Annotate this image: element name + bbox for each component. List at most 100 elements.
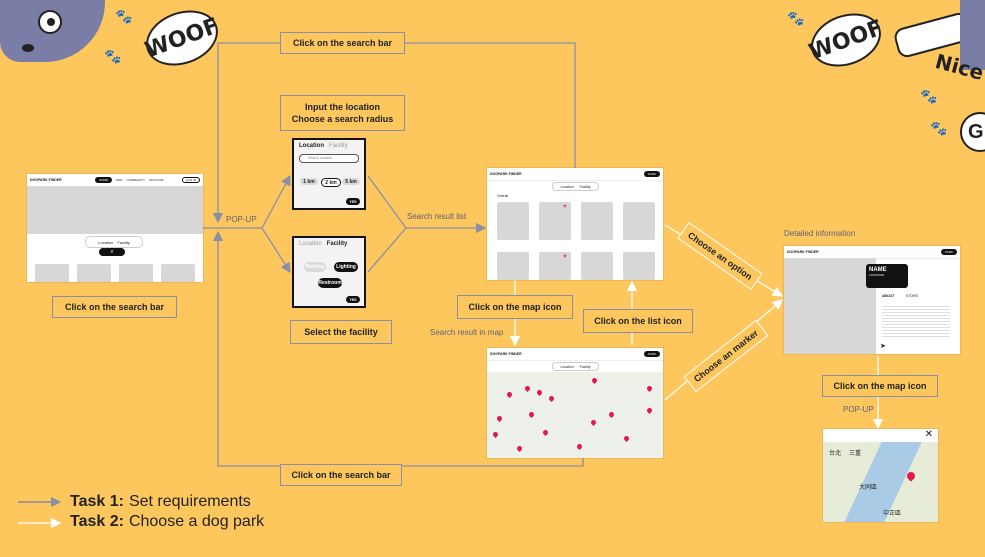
map-search-bar[interactable]: Location Facility (552, 362, 599, 371)
map-marker[interactable] (547, 394, 556, 403)
park-card[interactable] (581, 252, 613, 280)
detail-text-block (882, 304, 950, 338)
detail-tab-about[interactable]: ABOUT (882, 294, 894, 298)
step-click-search-top: Click on the search bar (280, 32, 405, 54)
paw-icon: 🐾 (787, 10, 805, 26)
search-facility-label: Facility (579, 184, 591, 189)
nav-map-tab[interactable]: MAP (116, 178, 123, 182)
google-map[interactable]: 台北 三重 大同區 中正區 (823, 442, 938, 522)
legend-task-1: Task 1: Set requirements (70, 493, 251, 511)
park-card[interactable] (161, 264, 195, 282)
map-marker[interactable] (515, 444, 524, 453)
step-click-search-left: Click on the search bar (52, 296, 177, 318)
facility-chip-restroom[interactable]: Restroom (318, 278, 342, 288)
map-marker[interactable] (491, 430, 500, 439)
map-marker[interactable] (645, 384, 654, 393)
park-card[interactable]: ♥ (539, 202, 571, 240)
label-search-result-list: Search result list (407, 212, 467, 221)
nav-park-tab[interactable]: PARK (644, 351, 660, 357)
popup-confirm-button[interactable]: YES (346, 198, 360, 205)
radius-chip-2km[interactable]: 2 km (321, 178, 341, 187)
detail-name-card: NAME LOCATION (866, 264, 908, 288)
map-marker[interactable] (589, 418, 598, 427)
heart-icon[interactable]: ♥ (563, 254, 569, 260)
popup-confirm-button[interactable]: YES (346, 296, 360, 303)
map-marker[interactable] (527, 410, 536, 419)
search-location-label: Location (98, 239, 114, 245)
nav-park-tab[interactable]: PARK (941, 249, 957, 255)
park-card[interactable] (35, 264, 69, 282)
map-marker[interactable] (541, 428, 550, 437)
park-card[interactable] (623, 252, 655, 280)
map-marker[interactable] (535, 388, 544, 397)
radius-chip-1km[interactable]: 1 km (300, 178, 318, 185)
facility-chip-lighting[interactable]: Lighting (334, 262, 358, 272)
park-card[interactable] (497, 202, 529, 240)
dog-nose-icon (22, 44, 34, 52)
detail-tab-store[interactable]: STORE (906, 294, 918, 298)
map-marker[interactable] (523, 384, 532, 393)
map-marker[interactable] (575, 442, 584, 451)
brand-logo: DOGPARK FINDER (787, 250, 819, 254)
login-button[interactable]: LOG IN (181, 177, 200, 183)
nav-account-tab[interactable]: ACCOUNT (149, 178, 164, 182)
facility-chip-parking[interactable]: Parking (304, 262, 326, 272)
park-card[interactable] (623, 202, 655, 240)
paw-icon: 🐾 (115, 8, 133, 24)
map-marker[interactable] (505, 390, 514, 399)
park-location: LOCATION (869, 273, 885, 277)
tab-location[interactable]: Location (299, 143, 324, 149)
legend-task-1-desc: Set requirements (128, 493, 251, 510)
map-marker[interactable] (495, 414, 504, 423)
step-click-map-icon-right: Click on the map icon (822, 375, 938, 397)
home-hero-carousel[interactable] (27, 186, 203, 234)
label-detailed-info: Detailed information (784, 229, 856, 238)
map-marker[interactable] (590, 376, 599, 385)
park-card[interactable] (77, 264, 111, 282)
dog-eye-icon (38, 10, 62, 34)
popup-location: Location Facility Search location 1 km 2… (292, 138, 366, 210)
brand-logo: DOGPARK FINDER (490, 172, 522, 176)
nav-home-tab[interactable]: HOME (94, 177, 112, 183)
navigate-icon[interactable]: ➤ (880, 342, 886, 350)
nav-park-tab[interactable]: PARK (644, 171, 660, 177)
map-marker[interactable] (607, 410, 616, 419)
tab-location[interactable]: Location (299, 241, 322, 247)
map-marker[interactable] (645, 406, 654, 415)
search-location-label: Location (560, 364, 574, 369)
map-label-zhongzheng: 中正區 (883, 511, 902, 517)
tab-facility[interactable]: Facility (329, 143, 348, 149)
park-card[interactable] (581, 202, 613, 240)
step-click-map-icon: Click on the map icon (457, 295, 573, 319)
map-nav: DOGPARK FINDER PARK (487, 348, 663, 361)
location-search-input[interactable]: Search location (299, 154, 359, 163)
heart-icon[interactable]: ♥ (563, 204, 569, 210)
label-popup-left: POP-UP (226, 215, 257, 224)
results-map[interactable] (487, 372, 663, 458)
search-button[interactable]: ⌕ (99, 248, 125, 256)
detail-photo (784, 258, 876, 354)
step-click-search-bottom: Click on the search bar (280, 464, 402, 486)
step-input-location-line1: Input the location (305, 101, 380, 112)
sort-label[interactable]: Overall (497, 194, 508, 198)
nav-community-tab[interactable]: COMMUNITY (126, 178, 145, 182)
park-card[interactable] (497, 252, 529, 280)
detail-screen: DOGPARK FINDER PARK NAME LOCATION ABOUT … (784, 246, 960, 354)
park-card[interactable] (119, 264, 153, 282)
paw-icon: 🐾 (920, 88, 938, 104)
close-icon[interactable]: ✕ (925, 429, 933, 440)
legend-task-2: Task 2: Choose a dog park (70, 513, 264, 531)
legend-task-1-label: Task 1: (70, 493, 124, 510)
label-search-result-map: Search result in map (430, 328, 504, 337)
home-search-bar[interactable]: Location Facility (85, 236, 143, 248)
tab-facility[interactable]: Facility (327, 241, 348, 247)
radius-chip-5km[interactable]: 5 km (342, 178, 360, 185)
map-label-sanchong: 三重 (849, 451, 862, 457)
park-card[interactable]: ♥ (539, 252, 571, 280)
popup-facility: Location Facility Parking Lighting Restr… (292, 236, 366, 308)
map-marker[interactable] (622, 434, 631, 443)
list-search-bar[interactable]: Location Facility (552, 182, 599, 191)
step-click-list-icon: Click on the list icon (583, 309, 693, 333)
search-icon: ⌕ (110, 248, 114, 255)
map-label-taipei: 台北 (829, 451, 842, 457)
